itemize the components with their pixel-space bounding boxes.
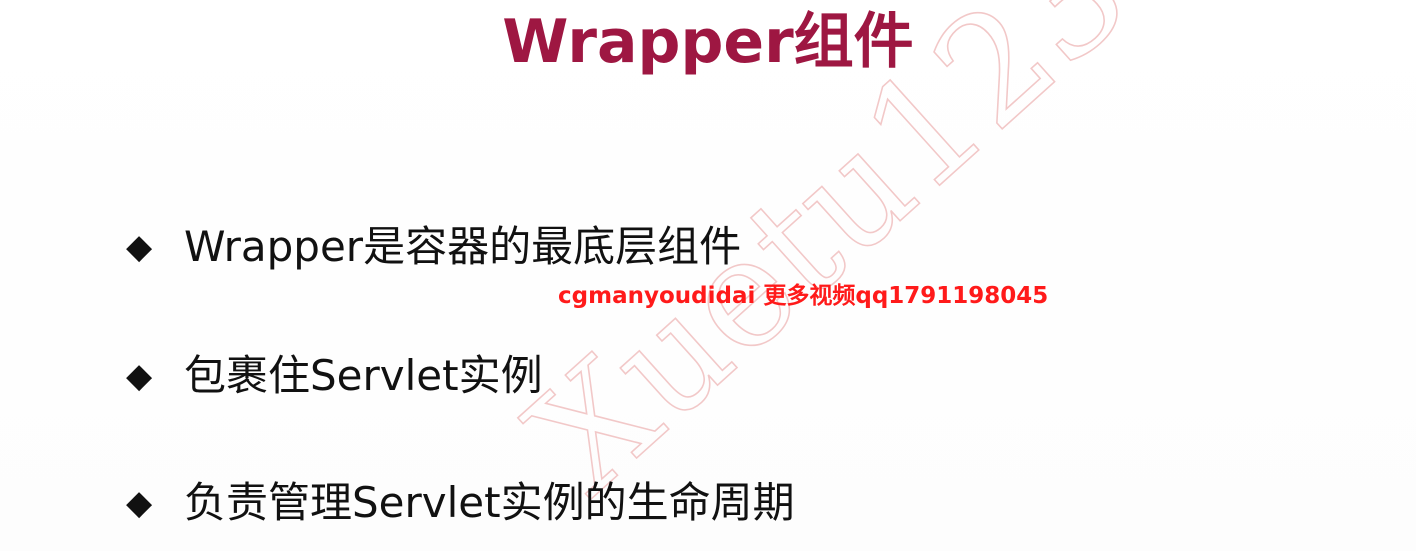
bullet-item: ◆ 负责管理Servlet实例的生命周期 [126,473,795,533]
diamond-bullet-icon: ◆ [126,356,153,396]
bullet-text: 负责管理Servlet实例的生命周期 [184,478,795,527]
diamond-bullet-icon: ◆ [126,227,153,267]
bullet-text: Wrapper是容器的最底层组件 [184,222,742,271]
bullet-text: 包裹住Servlet实例 [184,351,543,400]
diamond-bullet-icon: ◆ [126,483,153,523]
slide: Xuetu123.Com Wrapper组件 ◆ Wrapper是容器的最底层组… [0,0,1416,551]
bullet-item: ◆ 包裹住Servlet实例 [126,346,543,406]
overlay-caption: cgmanyoudidai 更多视频qq1791198045 [558,283,1049,309]
bullet-item: ◆ Wrapper是容器的最底层组件 [126,217,741,277]
slide-title: Wrapper组件 [502,7,914,77]
